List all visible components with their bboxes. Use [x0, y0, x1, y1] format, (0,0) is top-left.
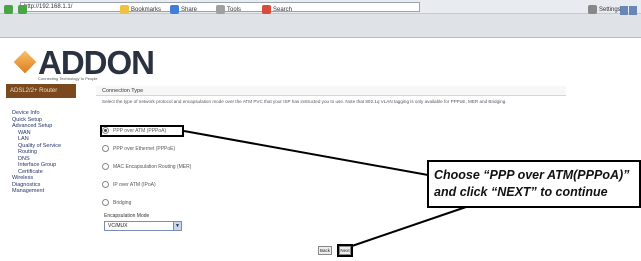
pointer-line-pppoa	[183, 130, 429, 176]
instruction-callout: Choose “PPP over ATM(PPPoA)” and click “…	[427, 160, 641, 208]
callout-pointers	[183, 130, 467, 247]
callout-line-2: and click “NEXT” to continue	[434, 185, 608, 199]
pointer-line-next	[351, 206, 467, 247]
callout-line-1: Choose “PPP over ATM(PPPoA)”	[434, 168, 630, 182]
